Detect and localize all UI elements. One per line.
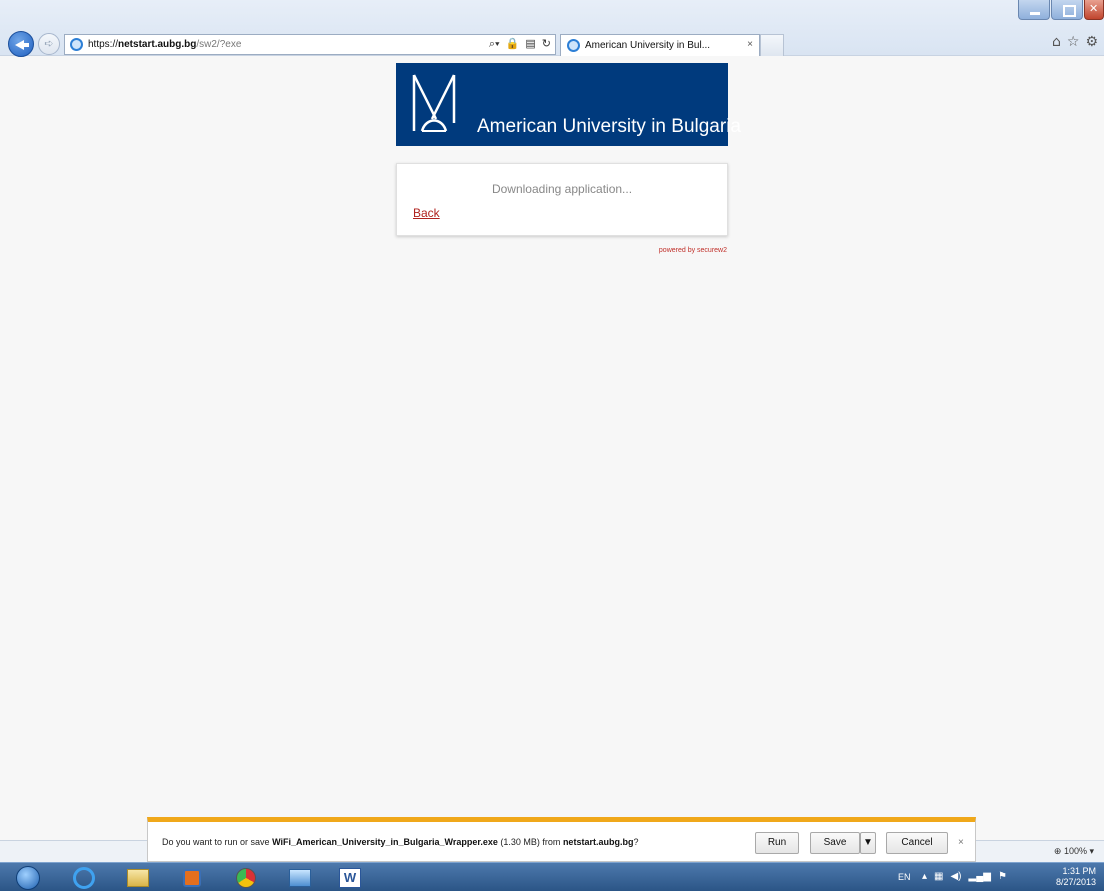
close-notification-icon[interactable]: ×	[958, 837, 964, 848]
download-notification-bar: Do you want to run or save WiFi_American…	[147, 817, 976, 862]
gear-icon[interactable]: ⚙	[1085, 34, 1098, 50]
clock-time: 1:31 PM	[1062, 866, 1096, 876]
internet-explorer-icon[interactable]	[60, 865, 108, 890]
toolbar-right: ⌂ ☆ ⚙	[1052, 34, 1098, 50]
tab-favicon-icon	[567, 39, 580, 52]
url-text: https://netstart.aubg.bg/sw2/?exe	[88, 39, 242, 50]
chevron-down-icon: ▼	[863, 837, 873, 848]
address-bar[interactable]: https://netstart.aubg.bg/sw2/?exe ⌕▾ 🔒 ▤…	[64, 34, 556, 55]
close-window-icon[interactable]	[1084, 0, 1104, 20]
aubg-banner: American University in Bulgaria	[396, 63, 741, 146]
aubg-logo-icon	[412, 74, 456, 132]
windows-start-icon[interactable]	[8, 865, 48, 890]
signal-icon[interactable]: ▂▄▆	[969, 871, 991, 882]
status-message: Downloading application...	[491, 182, 633, 196]
minimize-icon[interactable]	[1018, 0, 1050, 20]
download-prompt: Do you want to run or save WiFi_American…	[162, 837, 639, 847]
zoom-level: 100%	[1063, 846, 1087, 856]
file-explorer-icon[interactable]	[114, 865, 162, 890]
cancel-button[interactable]: Cancel	[886, 832, 948, 854]
powered-by-text[interactable]: powered by securew2	[611, 247, 727, 254]
refresh-icon[interactable]: ↻	[542, 35, 551, 54]
university-name: American University in Bulgaria	[477, 116, 741, 137]
zoom-icon: ⊕	[1053, 846, 1062, 856]
tray-icons: ▴ ▦ ◀) ▂▄▆ ⚑	[922, 871, 1007, 882]
search-icon[interactable]: ⌕▾	[489, 35, 500, 54]
lock-icon[interactable]: 🔒	[506, 35, 520, 54]
action-center-icon[interactable]: ⚑	[998, 871, 1007, 882]
tab-close-icon[interactable]: ×	[747, 39, 753, 50]
media-player-icon[interactable]	[168, 865, 216, 890]
window-controls	[1017, 0, 1104, 20]
show-hidden-icons[interactable]: ▴	[922, 871, 927, 882]
word-icon[interactable]: W	[326, 865, 374, 890]
save-button[interactable]: Save	[810, 832, 860, 854]
run-button[interactable]: Run	[755, 832, 799, 854]
language-indicator[interactable]: EN	[898, 872, 911, 882]
clock-date: 8/27/2013	[1055, 877, 1096, 887]
download-card: Downloading application... Back	[396, 163, 728, 236]
system-tray: EN ▴ ▦ ◀) ▂▄▆ ⚑ 1:31 PM 8/27/2013	[888, 863, 1104, 891]
clock[interactable]: 1:31 PM 8/27/2013	[1056, 866, 1096, 888]
download-host: netstart.aubg.bg	[562, 837, 634, 847]
back-arrow-icon[interactable]	[8, 31, 34, 57]
favorites-star-icon[interactable]: ☆	[1067, 34, 1080, 50]
remote-desktop-icon[interactable]	[276, 865, 324, 890]
home-icon[interactable]: ⌂	[1052, 34, 1061, 50]
new-tab-button[interactable]	[760, 34, 784, 56]
browser-chrome: ➪ https://netstart.aubg.bg/sw2/?exe ⌕▾ 🔒…	[0, 0, 1104, 57]
compat-icon[interactable]: ▤	[525, 35, 535, 54]
chrome-icon[interactable]	[222, 865, 270, 890]
network-status-icon[interactable]: ▦	[934, 871, 943, 882]
ie-logo-icon	[70, 38, 83, 51]
maximize-icon[interactable]	[1051, 0, 1083, 20]
forward-arrow-icon[interactable]: ➪	[38, 33, 60, 55]
tab-aubg[interactable]: American University in Bul... ×	[560, 34, 760, 56]
tab-title: American University in Bul...	[585, 40, 711, 51]
volume-icon[interactable]: ◀)	[950, 871, 961, 882]
back-link[interactable]: Back	[413, 206, 440, 220]
save-options-dropdown[interactable]: ▼	[860, 832, 876, 854]
zoom-control[interactable]: ⊕ 100% ▾	[1054, 846, 1094, 857]
address-bar-icons: ⌕▾ 🔒 ▤ ↻	[489, 35, 551, 54]
download-filename: WiFi_American_University_in_Bulgaria_Wra…	[272, 837, 498, 847]
taskbar: W EN ▴ ▦ ◀) ▂▄▆ ⚑ 1:31 PM 8/27/2013	[0, 862, 1104, 891]
